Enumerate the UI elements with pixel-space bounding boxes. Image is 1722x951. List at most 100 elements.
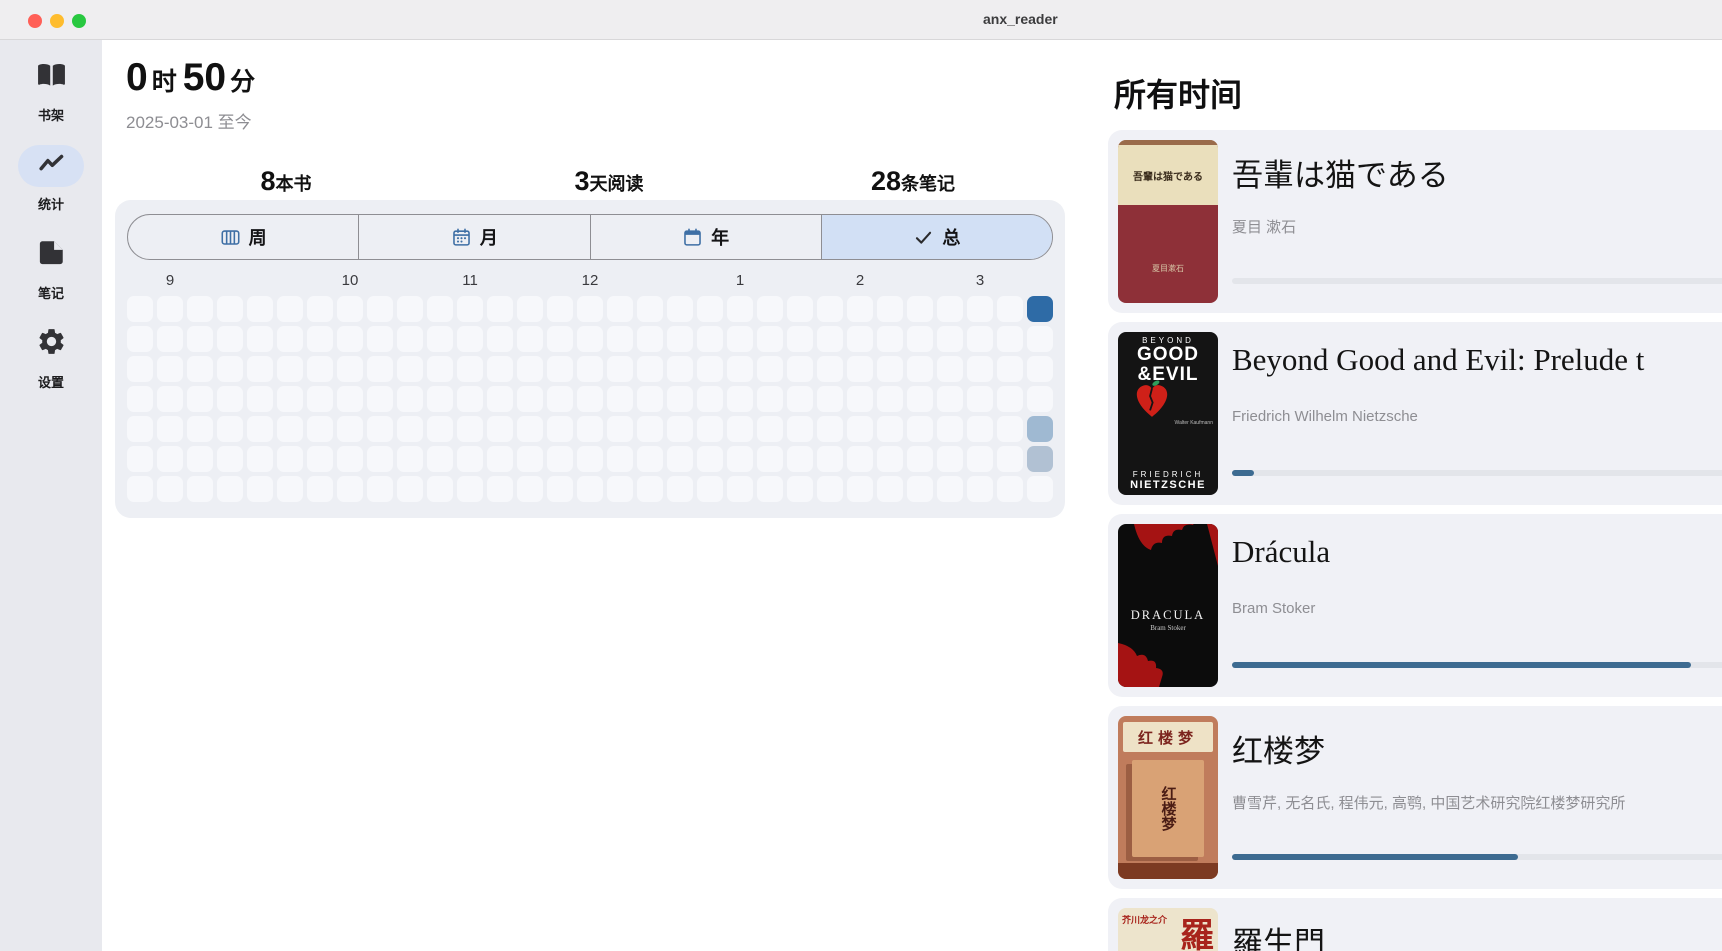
heatmap-cell: [277, 296, 303, 322]
duration-minutes-unit: 分: [230, 68, 255, 96]
heatmap-cell: [457, 296, 483, 322]
heatmap-cell: [337, 326, 363, 352]
heatmap-cell: [877, 296, 903, 322]
heatmap-cell: [517, 386, 543, 412]
heatmap-cell: [427, 446, 453, 472]
heatmap-cell: [367, 446, 393, 472]
heatmap-cell: [577, 326, 603, 352]
titlebar: anx_reader: [0, 0, 1722, 40]
sidebar-item-notes[interactable]: 笔记: [0, 234, 102, 302]
heatmap-cell: [277, 356, 303, 382]
sidebar-item-label: 统计: [38, 194, 64, 213]
heatmap-cell: [247, 356, 273, 382]
book-progress-fill: [1232, 470, 1254, 476]
heatmap-cell: [217, 476, 243, 502]
heatmap-cell: [547, 386, 573, 412]
heatmap-cell: [547, 326, 573, 352]
sidebar-item-label: 设置: [38, 372, 64, 391]
heatmap-cell: [697, 476, 723, 502]
heatmap-cell: [127, 476, 153, 502]
heatmap-cell: [667, 296, 693, 322]
sidebar-item-settings[interactable]: 设置: [0, 323, 102, 391]
heatmap-cell: [397, 356, 423, 382]
heatmap-cell: [787, 386, 813, 412]
summary-value: 3: [574, 166, 589, 196]
period-tab-total[interactable]: 总: [822, 215, 1052, 259]
minimize-window-button[interactable]: [50, 14, 64, 28]
heatmap-cell: [157, 476, 183, 502]
heatmap-cell: [577, 296, 603, 322]
book-progress-bar: [1232, 278, 1722, 284]
book-card[interactable]: 芥川龙之介 羅 羅生門: [1108, 898, 1722, 951]
heatmap-cell: [697, 446, 723, 472]
sidebar-item-stats[interactable]: 统计: [0, 145, 102, 213]
book-title: Drácula: [1232, 534, 1330, 570]
heatmap-cell: [1027, 326, 1053, 352]
sidebar-item-shelf[interactable]: 书架: [0, 56, 102, 124]
heatmap-cell: [967, 476, 993, 502]
total-reading-duration: 0时50分: [126, 56, 261, 100]
heatmap-cell: [337, 476, 363, 502]
heatmap-cell: [937, 416, 963, 442]
heatmap-cell: [247, 296, 273, 322]
heatmap-cell: [487, 326, 513, 352]
heatmap-card: 周 月 年总 9101112123: [115, 200, 1065, 518]
period-tab-label: 月: [480, 224, 498, 250]
heatmap-cell: [847, 356, 873, 382]
heatmap-cell: [337, 446, 363, 472]
check-icon: [913, 227, 934, 248]
heatmap-cell: [427, 416, 453, 442]
heatmap-cell: [1027, 476, 1053, 502]
heatmap-cell: [997, 416, 1023, 442]
heatmap-cell: [217, 416, 243, 442]
trend-icon: [36, 148, 67, 184]
heatmap-cell: [967, 446, 993, 472]
heatmap-cell: [907, 296, 933, 322]
calendar-month-icon: [451, 227, 472, 248]
book-card[interactable]: 吾輩は猫である 夏目漱石 吾輩は猫である夏目 漱石: [1108, 130, 1722, 313]
heatmap-cell: [127, 386, 153, 412]
heatmap-month-labels: 9101112123: [127, 272, 1053, 292]
heatmap-cell: [487, 356, 513, 382]
library-header: 所有时间: [1114, 70, 1242, 116]
close-window-button[interactable]: [28, 14, 42, 28]
heatmap-cell: [127, 356, 153, 382]
heatmap-month-label: 12: [582, 272, 599, 289]
heatmap-cell: [787, 416, 813, 442]
heatmap-cell: [697, 326, 723, 352]
heatmap-cell: [547, 296, 573, 322]
heatmap-cell: [337, 356, 363, 382]
zoom-window-button[interactable]: [72, 14, 86, 28]
book-title: Beyond Good and Evil: Prelude t: [1232, 342, 1644, 378]
heatmap-cell: [577, 356, 603, 382]
heatmap-cell: [937, 476, 963, 502]
heatmap-cell: [457, 416, 483, 442]
book-title: 羅生門: [1232, 918, 1325, 951]
heatmap-cell: [607, 386, 633, 412]
heatmap-cell: [907, 416, 933, 442]
period-tab-month[interactable]: 月: [359, 215, 590, 259]
heatmap-cell: [607, 326, 633, 352]
heatmap-cell: [907, 476, 933, 502]
heatmap-cell: [547, 476, 573, 502]
heatmap-cell: [667, 356, 693, 382]
heatmap-cell: [247, 446, 273, 472]
book-list: 吾輩は猫である 夏目漱石 吾輩は猫である夏目 漱石 BEYONDGOOD&EVI…: [1108, 130, 1722, 951]
heatmap-cell: [277, 446, 303, 472]
heatmap-cell: [757, 386, 783, 412]
note-icon: [36, 237, 67, 273]
heatmap-cell: [1027, 416, 1053, 442]
book-card[interactable]: DRACULABram Stoker DráculaBram Stoker: [1108, 514, 1722, 697]
heatmap-cell: [727, 386, 753, 412]
period-tab-week[interactable]: 周: [128, 215, 359, 259]
heatmap-cell: [997, 476, 1023, 502]
heatmap-cell: [517, 416, 543, 442]
heatmap-cell: [637, 386, 663, 412]
period-tab-year[interactable]: 年: [591, 215, 822, 259]
book-card[interactable]: BEYONDGOOD&EVIL Walter Kaufmann FRIEDRIC…: [1108, 322, 1722, 505]
heatmap-cell: [847, 386, 873, 412]
heatmap-cell: [427, 356, 453, 382]
heatmap-cell: [817, 446, 843, 472]
heatmap-cell: [847, 446, 873, 472]
book-card[interactable]: 红楼梦 红楼梦 红楼梦曹雪芹, 无名氏, 程伟元, 高鹗, 中国艺术研究院红楼梦…: [1108, 706, 1722, 889]
